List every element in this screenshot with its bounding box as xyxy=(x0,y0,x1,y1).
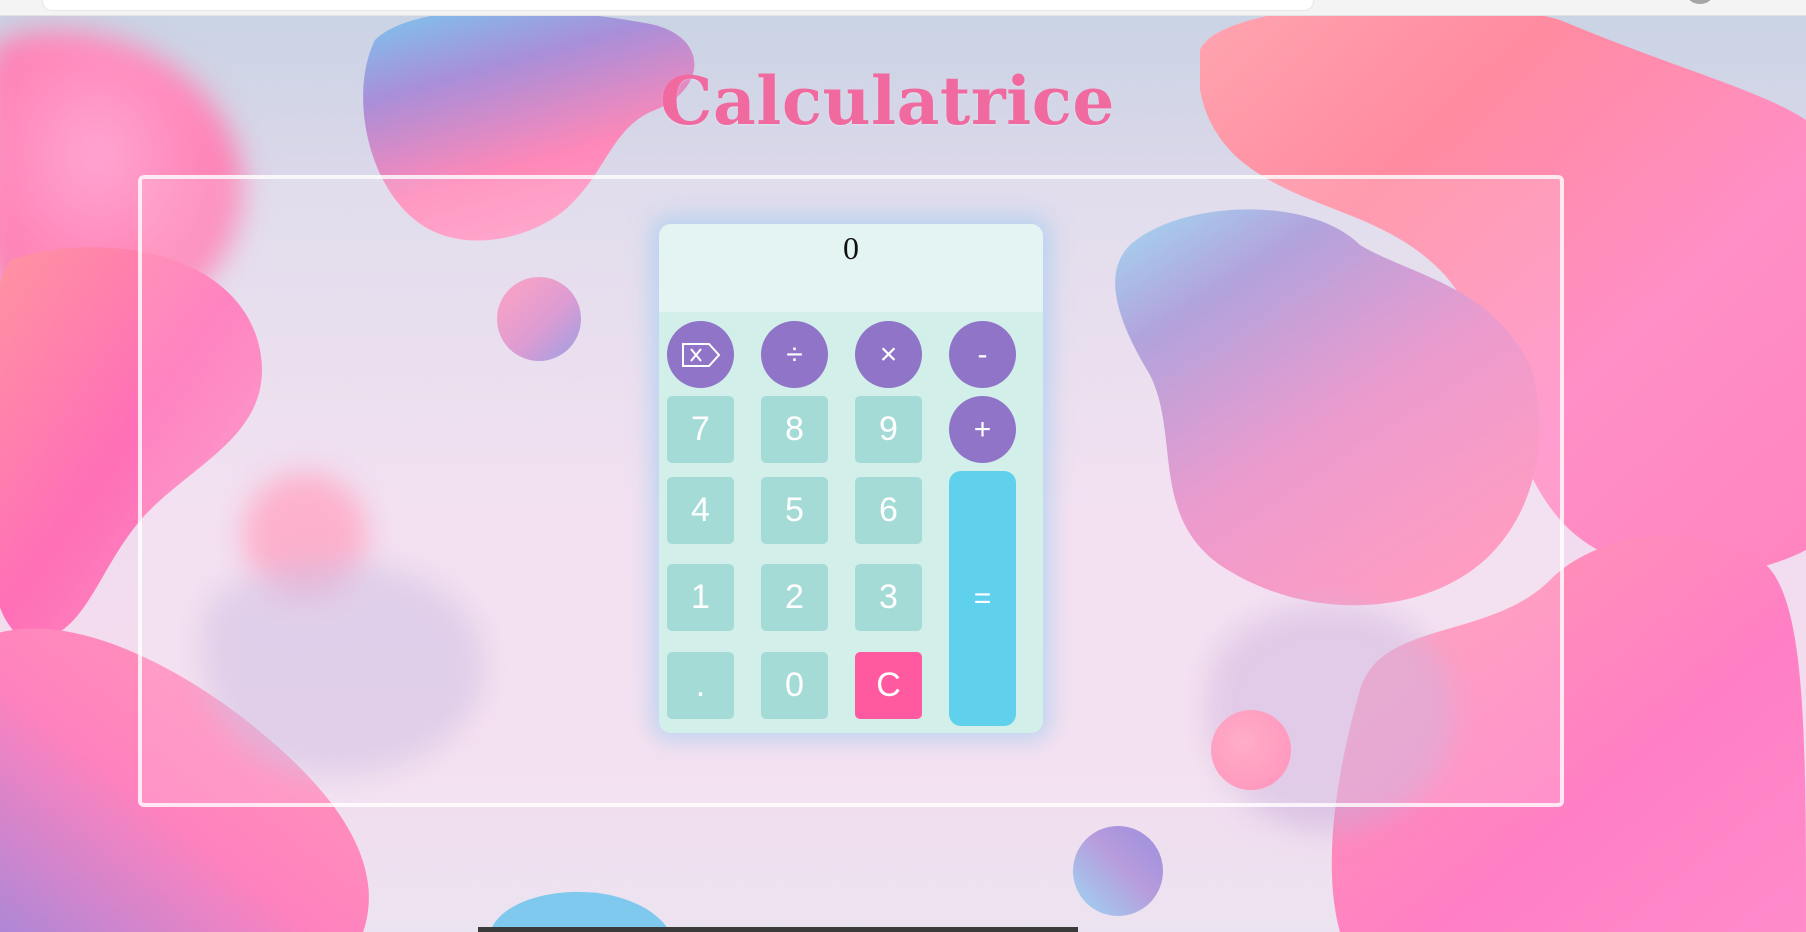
clear-button[interactable]: C xyxy=(855,652,922,719)
equals-button[interactable]: = xyxy=(949,471,1016,726)
digit-8-button[interactable]: 8 xyxy=(761,396,828,463)
digit-3-button[interactable]: 3 xyxy=(855,564,922,631)
background-bubble-3 xyxy=(1073,826,1163,916)
plus-button[interactable]: + xyxy=(949,396,1016,463)
taskbar-edge xyxy=(478,927,1078,932)
backspace-icon xyxy=(681,342,720,367)
digit-2-button[interactable]: 2 xyxy=(761,564,828,631)
digit-0-button[interactable]: 0 xyxy=(761,652,828,719)
calculator-display: 0 xyxy=(659,224,1043,312)
digit-1-button[interactable]: 1 xyxy=(667,564,734,631)
digit-9-button[interactable]: 9 xyxy=(855,396,922,463)
digit-7-button[interactable]: 7 xyxy=(667,396,734,463)
digit-5-button[interactable]: 5 xyxy=(761,477,828,544)
calculator: 0 ÷ × - 7 8 9 + 4 5 6 = 1 2 3 . 0 C xyxy=(659,224,1043,733)
background-blob-bottom-center xyxy=(490,891,670,932)
profile-icon[interactable] xyxy=(1688,0,1712,4)
multiply-button[interactable]: × xyxy=(855,321,922,388)
digit-4-button[interactable]: 4 xyxy=(667,477,734,544)
browser-top-bar xyxy=(0,0,1806,16)
divide-button[interactable]: ÷ xyxy=(761,321,828,388)
backspace-button[interactable] xyxy=(667,321,734,388)
page-title: Calculatrice xyxy=(660,62,1115,140)
minus-button[interactable]: - xyxy=(949,321,1016,388)
address-bar[interactable] xyxy=(42,0,1314,11)
decimal-point-button[interactable]: . xyxy=(667,652,734,719)
digit-6-button[interactable]: 6 xyxy=(855,477,922,544)
